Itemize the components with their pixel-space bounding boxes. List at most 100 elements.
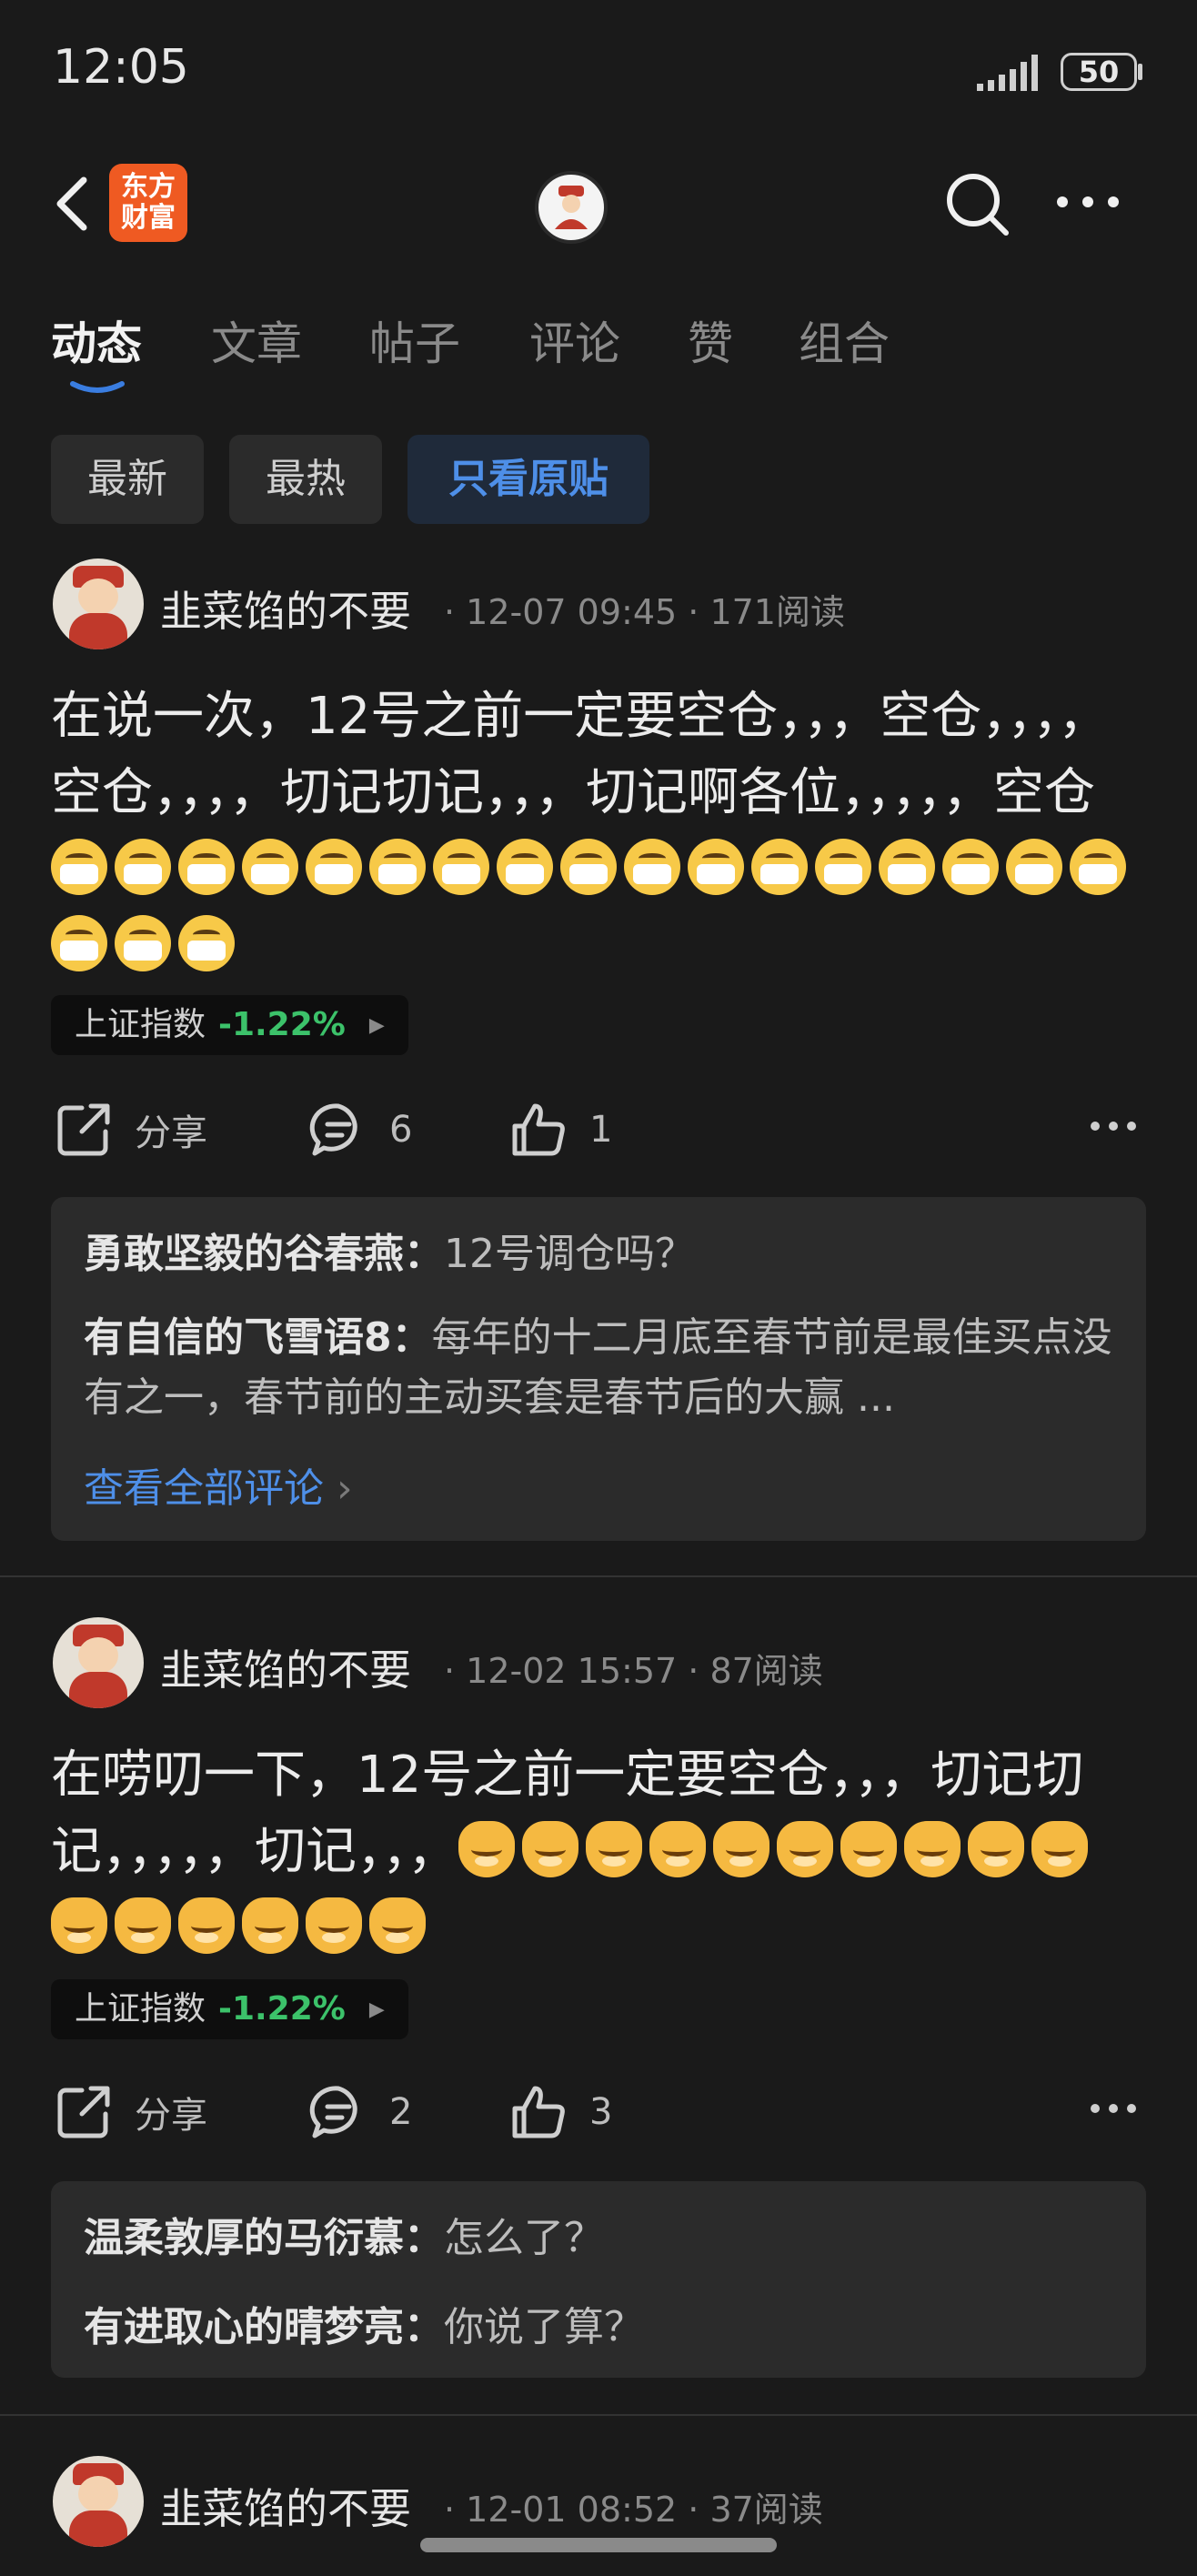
tab-portfolio[interactable]: 组合	[799, 307, 890, 373]
home-indicator[interactable]	[420, 2538, 777, 2552]
app-logo[interactable]: 东方 财富	[109, 164, 187, 242]
commenter-name[interactable]: 有进取心的晴梦亮	[84, 2304, 404, 2350]
comment-button[interactable]: 6	[309, 1093, 412, 1166]
filter-latest[interactable]: 最新	[51, 435, 204, 524]
comment-preview[interactable]: 温柔敦厚的马衍慕：怎么了？ 有进取心的晴梦亮：你说了算？	[51, 2181, 1146, 2378]
more-icon[interactable]	[1088, 1117, 1139, 1135]
author-name[interactable]: 韭菜馅的不要	[160, 579, 411, 639]
mask-face-emoji-icon	[306, 839, 362, 895]
comment-button[interactable]: 2	[309, 2076, 412, 2148]
cat-face-emoji-icon	[369, 1897, 426, 1954]
comment-line: 有自信的飞雪语8：每年的十二月底至春节前是最佳买点没有之一，春节前的主动买套是春…	[84, 1314, 1112, 1421]
post-date: 12-02 15:57	[466, 1651, 678, 1691]
index-tag[interactable]: 上证指数 -1.22% ▶	[51, 1979, 408, 2039]
search-icon[interactable]	[940, 167, 1013, 240]
mask-face-emoji-icon	[115, 915, 171, 971]
mask-face-emoji-icon	[115, 839, 171, 895]
tab-comments[interactable]: 评论	[529, 307, 620, 373]
cat-face-emoji-icon	[586, 1821, 642, 1877]
more-icon[interactable]	[1088, 2099, 1139, 2118]
comment-icon	[309, 2086, 357, 2138]
post-actions: 分享 6 1	[0, 1093, 1197, 1166]
cat-face-emoji-icon	[178, 1897, 235, 1954]
cat-face-emoji-icon	[777, 1821, 833, 1877]
filter-original-only[interactable]: 只看原贴	[407, 435, 649, 524]
status-bar: 12:05 50	[0, 0, 1197, 136]
commenter-name[interactable]: 温柔敦厚的马衍慕	[84, 2215, 404, 2261]
battery-icon: 50	[1061, 53, 1137, 91]
cat-face-emoji-icon	[458, 1821, 515, 1877]
tab-posts[interactable]: 帖子	[369, 307, 460, 373]
index-tag[interactable]: 上证指数 -1.22% ▶	[51, 995, 408, 1055]
mask-face-emoji-icon	[815, 839, 871, 895]
battery-tip	[1138, 64, 1142, 80]
author-avatar[interactable]	[53, 2456, 144, 2547]
more-icon[interactable]	[1053, 191, 1122, 213]
mask-face-emoji-icon	[751, 839, 808, 895]
author-name[interactable]: 韭菜馅的不要	[160, 2476, 411, 2536]
share-button[interactable]: 分享	[55, 2076, 207, 2148]
share-icon	[57, 2086, 110, 2138]
mask-face-emoji-icon	[497, 839, 553, 895]
back-arrow-icon[interactable]	[47, 171, 102, 236]
like-icon	[512, 2086, 565, 2138]
filter-hottest[interactable]: 最热	[229, 435, 382, 524]
author-avatar[interactable]	[53, 558, 144, 649]
comment-text: 你说了算？	[444, 2304, 644, 2350]
comment-text: 12号调仓吗？	[444, 1231, 695, 1277]
cat-face-emoji-icon	[306, 1897, 362, 1954]
post-text: 在说一次，12号之前一定要空仓，，，空仓，，，，空仓，，，，切记切记，，，切记啊…	[51, 687, 1110, 822]
like-icon	[512, 1103, 565, 1156]
cat-face-emoji-icon	[968, 1821, 1024, 1877]
tab-active-indicator	[70, 381, 125, 393]
view-all-label: 查看全部评论	[84, 1465, 324, 1512]
like-count: 1	[589, 1109, 613, 1151]
index-change: -1.22%	[218, 1006, 346, 1043]
mask-face-emoji-icon	[1006, 839, 1062, 895]
cat-face-emoji-icon	[115, 1897, 171, 1954]
cat-face-emoji-icon	[904, 1821, 961, 1877]
post-reads: 37阅读	[709, 2490, 823, 2530]
post-content[interactable]: 在说一次，12号之前一定要空仓，，，空仓，，，，空仓，，，，切记切记，，，切记啊…	[51, 679, 1142, 984]
post-content[interactable]: 在唠叨一下，12号之前一定要空仓，，，切记切记，，，，，切记，，，	[51, 1737, 1142, 1967]
mask-face-emoji-icon	[433, 839, 489, 895]
comment-count: 6	[389, 1109, 413, 1151]
author-avatar[interactable]	[53, 1617, 144, 1708]
comment-text: 怎么了？	[444, 2215, 604, 2261]
tab-dynamics[interactable]: 动态	[51, 307, 142, 373]
like-button[interactable]: 1	[509, 1093, 612, 1166]
index-name: 上证指数	[75, 1006, 206, 1043]
tab-likes[interactable]: 赞	[688, 307, 733, 373]
like-button[interactable]: 3	[509, 2076, 612, 2148]
mask-face-emoji-icon	[242, 839, 298, 895]
share-button[interactable]: 分享	[55, 1093, 207, 1166]
profile-avatar-small[interactable]	[535, 171, 608, 244]
mask-face-emoji-icon	[51, 915, 107, 971]
mask-face-emoji-icon	[178, 839, 235, 895]
comment-icon	[309, 1103, 357, 1156]
mask-face-emoji-icon	[51, 839, 107, 895]
comment-line: 温柔敦厚的马衍慕：怎么了？	[84, 2215, 604, 2261]
author-name[interactable]: 韭菜馅的不要	[160, 1637, 411, 1697]
share-label: 分享	[135, 2095, 207, 2137]
view-all-comments-link[interactable]: 查看全部评论 ›	[84, 1455, 353, 1514]
mask-face-emoji-icon	[879, 839, 935, 895]
share-label: 分享	[135, 1112, 207, 1154]
signal-icon	[977, 55, 1038, 91]
divider	[0, 2414, 1197, 2416]
status-time: 12:05	[53, 40, 189, 95]
divider	[0, 1575, 1197, 1577]
cat-face-emoji-icon	[51, 1897, 107, 1954]
commenter-name[interactable]: 有自信的飞雪语8	[84, 1314, 392, 1361]
cat-face-emoji-icon	[242, 1897, 298, 1954]
tab-articles[interactable]: 文章	[211, 307, 302, 373]
comment-preview[interactable]: 勇敢坚毅的谷春燕：12号调仓吗？ 有自信的飞雪语8：每年的十二月底至春节前是最佳…	[51, 1197, 1146, 1541]
logo-line-1: 东方	[121, 171, 176, 203]
post-meta: · 12-01 08:52 · 37阅读	[444, 2490, 823, 2530]
commenter-name[interactable]: 勇敢坚毅的谷春燕	[84, 1231, 404, 1277]
like-count: 3	[589, 2091, 613, 2133]
post-reads: 171阅读	[709, 592, 845, 632]
chevron-right-icon: ›	[337, 1465, 353, 1512]
mask-face-emoji-icon	[178, 915, 235, 971]
cat-face-emoji-icon	[522, 1821, 578, 1877]
